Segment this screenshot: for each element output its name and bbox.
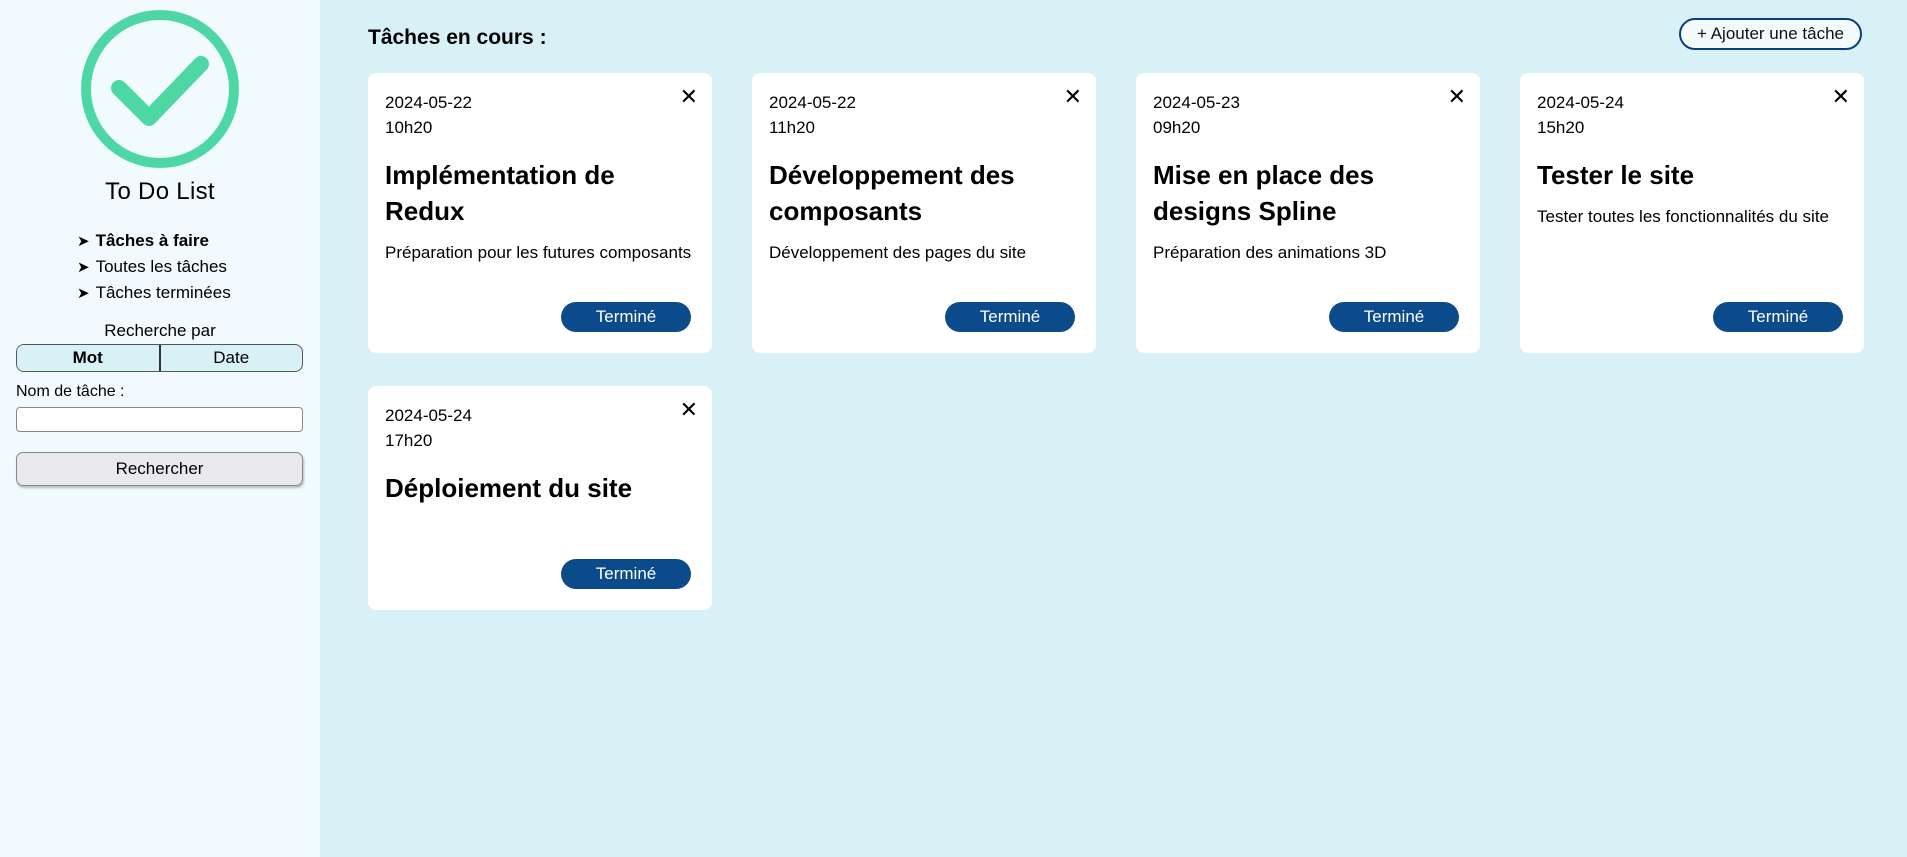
- done-button[interactable]: Terminé: [561, 302, 691, 332]
- task-description: Préparation des animations 3D: [1153, 243, 1387, 262]
- sidebar: To Do List ➤ Tâches à faire ➤ Toutes les t…: [0, 0, 320, 857]
- search-mode-date[interactable]: Date: [161, 345, 303, 371]
- task-description: Développement des pages du site: [769, 243, 1027, 262]
- task-card: 2024-05-24 17h20 ✕ Déploiement du site T…: [368, 386, 712, 610]
- close-icon[interactable]: ✕: [1832, 85, 1850, 109]
- task-title: Implémentation de Redux: [385, 160, 615, 226]
- task-name-label: Nom de tâche :: [16, 383, 125, 400]
- task-card: 2024-05-23 09h20 ✕ Mise en place des des…: [1136, 73, 1480, 353]
- task-name-input[interactable]: [16, 407, 303, 432]
- search-by-label: Recherche par: [104, 321, 216, 340]
- close-icon[interactable]: ✕: [680, 398, 698, 422]
- task-description: Tester toutes les fonctionnalités du sit…: [1537, 207, 1829, 226]
- nav-item-done[interactable]: ➤ Tâches terminées: [77, 280, 231, 306]
- add-task-button[interactable]: + Ajouter une tâche: [1679, 18, 1862, 50]
- section-title: Tâches en cours :: [368, 26, 547, 49]
- close-icon[interactable]: ✕: [1448, 85, 1466, 109]
- task-date: 2024-05-22: [769, 93, 856, 112]
- nav-item-label: Toutes les tâches: [95, 257, 227, 276]
- arrow-right-icon: ➤: [77, 233, 90, 250]
- task-description: Préparation pour les futures composants: [385, 243, 692, 262]
- task-time: 09h20: [1153, 118, 1201, 137]
- close-icon[interactable]: ✕: [1064, 85, 1082, 109]
- search-mode-word[interactable]: Mot: [17, 345, 161, 371]
- task-card: 2024-05-24 15h20 ✕ Tester le site Tester…: [1520, 73, 1864, 353]
- nav-item-todo[interactable]: ➤ Tâches à faire: [77, 228, 231, 254]
- task-date: 2024-05-24: [1537, 93, 1624, 112]
- task-title: Mise en place des designs Spline: [1153, 160, 1375, 226]
- task-title: Déploiement du site: [385, 473, 633, 503]
- app-title: To Do List: [105, 178, 215, 205]
- task-time: 11h20: [769, 118, 816, 137]
- done-button[interactable]: Terminé: [1329, 302, 1459, 332]
- arrow-right-icon: ➤: [77, 285, 90, 302]
- task-time: 17h20: [385, 431, 433, 450]
- nav-item-all[interactable]: ➤ Toutes les tâches: [77, 254, 231, 280]
- task-title: Tester le site: [1537, 160, 1695, 190]
- close-icon[interactable]: ✕: [680, 85, 698, 109]
- nav-item-label: Tâches terminées: [95, 283, 231, 302]
- done-button[interactable]: Terminé: [945, 302, 1075, 332]
- task-date: 2024-05-24: [385, 406, 472, 425]
- arrow-right-icon: ➤: [77, 259, 90, 276]
- task-time: 10h20: [385, 118, 433, 137]
- done-button[interactable]: Terminé: [561, 559, 691, 589]
- search-mode-toggle: Mot Date: [16, 344, 303, 372]
- search-button[interactable]: Rechercher: [16, 452, 303, 486]
- task-time: 15h20: [1537, 118, 1585, 137]
- task-date: 2024-05-23: [1153, 93, 1240, 112]
- check-circle-icon: [81, 10, 239, 168]
- task-card: 2024-05-22 10h20 ✕ Implémentation de Red…: [368, 73, 712, 353]
- sidebar-nav: ➤ Tâches à faire ➤ Toutes les tâches ➤ Tâch…: [77, 228, 231, 306]
- done-button[interactable]: Terminé: [1713, 302, 1843, 332]
- task-date: 2024-05-22: [385, 93, 472, 112]
- nav-item-label: Tâches à faire: [95, 231, 209, 250]
- task-card: 2024-05-22 11h20 ✕ Développement des com…: [752, 73, 1096, 353]
- task-title: Développement des composants: [769, 160, 1015, 226]
